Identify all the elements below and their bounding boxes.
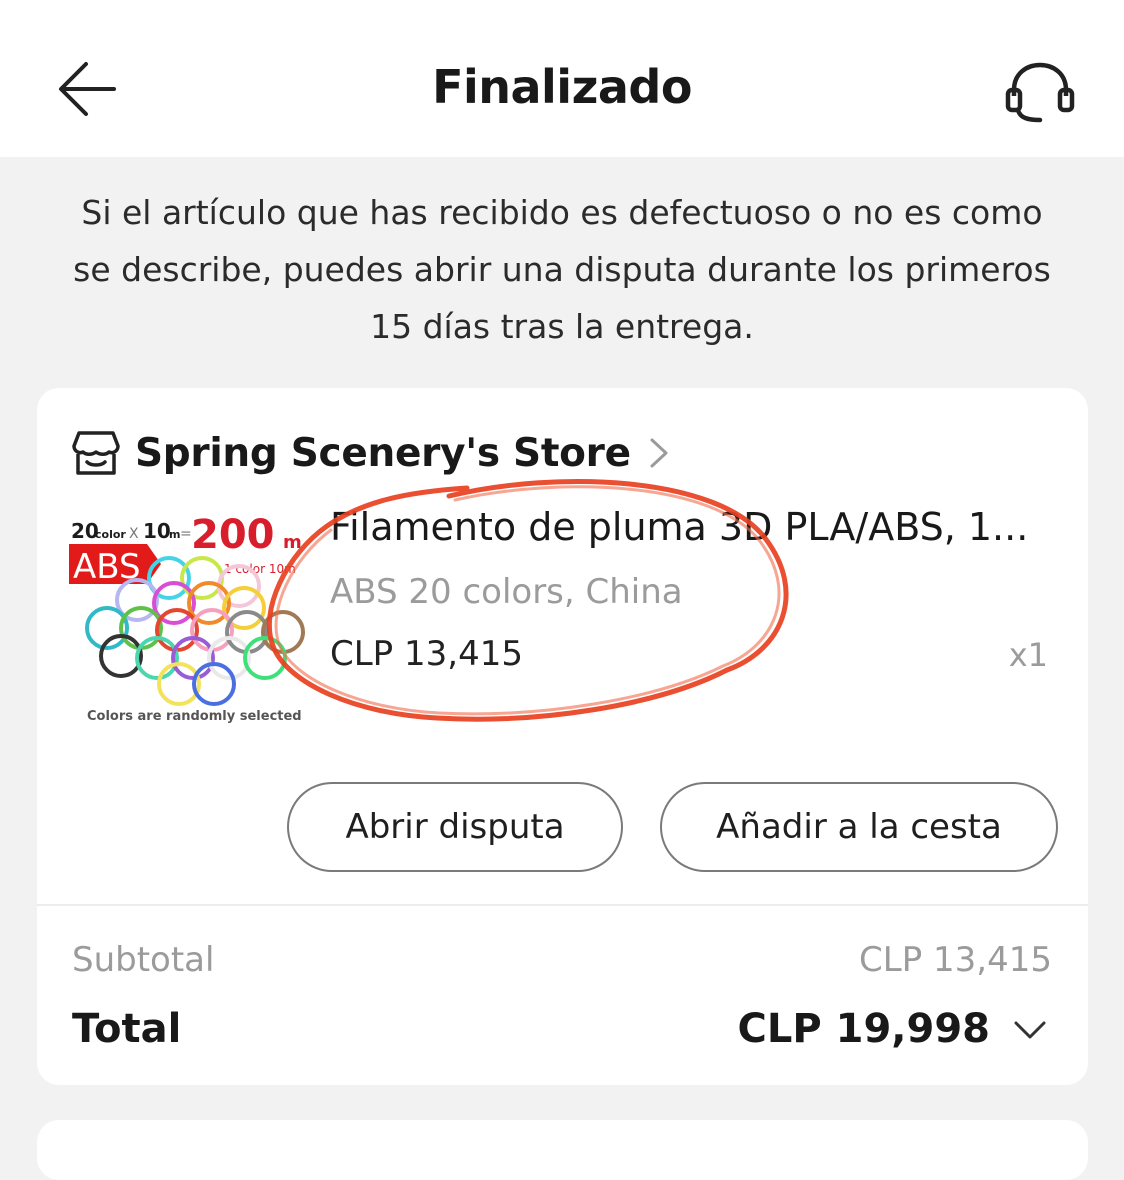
product-title[interactable]: Filamento de pluma 3D PLA/ABS, 1... bbox=[330, 505, 1050, 549]
product-price: CLP 13,415 bbox=[330, 634, 523, 674]
add-to-cart-button[interactable]: Añadir a la cesta bbox=[660, 782, 1058, 872]
image-color-word: color bbox=[95, 528, 126, 541]
headset-icon[interactable] bbox=[1004, 62, 1076, 124]
store-name: Spring Scenery's Store bbox=[135, 430, 631, 476]
store-icon bbox=[72, 431, 120, 475]
product-thumbnail[interactable]: 20 color X 10 m = 200 m ABS 1 color 10m bbox=[69, 508, 309, 728]
image-length-unit: m bbox=[169, 528, 180, 541]
order-card: Spring Scenery's Store 20 color X 10 m =… bbox=[37, 388, 1088, 1085]
image-times-text: X bbox=[129, 526, 139, 542]
subtotal-value: CLP 13,415 bbox=[859, 940, 1052, 980]
dispute-notice: Si el artículo que has recibido es defec… bbox=[73, 193, 1051, 346]
image-caption-text: Colors are randomly selected bbox=[87, 709, 302, 724]
next-card bbox=[37, 1120, 1088, 1180]
store-link[interactable]: Spring Scenery's Store bbox=[71, 428, 671, 478]
image-per-color-text: 1 color 10m bbox=[224, 562, 296, 576]
total-label: Total bbox=[72, 1006, 182, 1052]
open-dispute-button[interactable]: Abrir disputa bbox=[287, 782, 623, 872]
subtotal-label: Subtotal bbox=[72, 940, 215, 980]
chevron-right-icon bbox=[650, 438, 668, 468]
product-quantity: x1 bbox=[1008, 636, 1048, 674]
chevron-down-icon[interactable] bbox=[1012, 1018, 1048, 1042]
page-title: Finalizado bbox=[432, 60, 692, 114]
top-bar: Finalizado bbox=[0, 0, 1124, 157]
image-big-unit: m bbox=[283, 532, 302, 553]
image-equals-text: = bbox=[180, 526, 192, 542]
image-length-text: 10 bbox=[143, 519, 171, 543]
red-circle-annotation bbox=[266, 478, 789, 722]
image-big-number: 200 bbox=[191, 512, 275, 558]
divider bbox=[37, 904, 1088, 906]
total-value: CLP 19,998 bbox=[737, 1006, 990, 1052]
product-variant: ABS 20 colors, China bbox=[330, 572, 683, 612]
